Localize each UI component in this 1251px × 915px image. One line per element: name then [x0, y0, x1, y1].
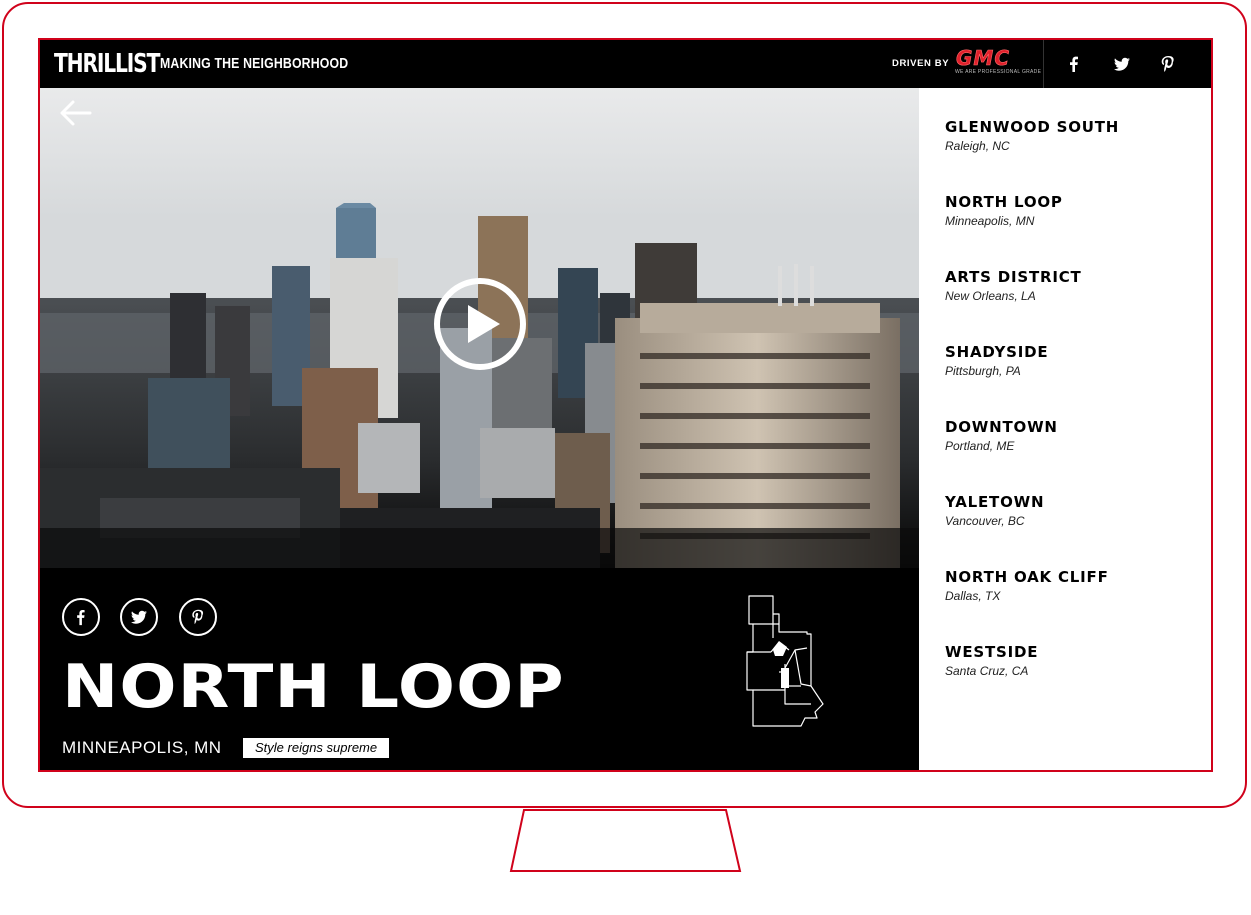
- city-map-icon: [746, 595, 824, 727]
- neighborhood-item-name: NORTH OAK CLIFF: [945, 568, 1109, 586]
- neighborhood-item-location: Portland, ME: [945, 439, 1015, 453]
- neighborhood-item-name: SHADYSIDE: [945, 343, 1049, 361]
- pinterest-icon[interactable]: [1158, 54, 1178, 74]
- neighborhood-item-location: New Orleans, LA: [945, 289, 1036, 303]
- pinterest-icon: [192, 609, 204, 625]
- neighborhood-item[interactable]: NORTH LOOP Minneapolis, MN: [945, 193, 1063, 228]
- gmc-wordmark: GMC: [956, 46, 1010, 71]
- topbar-divider: [1043, 40, 1044, 88]
- twitter-icon: [131, 610, 147, 624]
- neighborhood-item-location: Pittsburgh, PA: [945, 364, 1021, 378]
- share-twitter-button[interactable]: [120, 598, 158, 636]
- neighborhood-item[interactable]: ARTS DISTRICT New Orleans, LA: [945, 268, 1082, 303]
- facebook-icon[interactable]: [1064, 54, 1084, 74]
- site-tagline: MAKING THE NEIGHBORHOOD: [160, 55, 349, 72]
- neighborhood-item[interactable]: YALETOWN Vancouver, BC: [945, 493, 1044, 528]
- neighborhood-list: GLENWOOD SOUTH Raleigh, NC NORTH LOOP Mi…: [919, 88, 1211, 770]
- neighborhood-item-name: ARTS DISTRICT: [945, 268, 1082, 286]
- neighborhood-item-location: Vancouver, BC: [945, 514, 1025, 528]
- feature-info-panel: NORTH LOOP MINNEAPOLIS, MN Style reigns …: [40, 568, 919, 770]
- neighborhood-item[interactable]: SHADYSIDE Pittsburgh, PA: [945, 343, 1048, 378]
- top-bar: THRILLIST MAKING THE NEIGHBORHOOD DRIVEN…: [40, 40, 1211, 88]
- neighborhood-item-name: GLENWOOD SOUTH: [945, 118, 1120, 136]
- neighborhood-item-name: NORTH LOOP: [945, 193, 1063, 211]
- neighborhood-item-location: Minneapolis, MN: [945, 214, 1035, 228]
- gmc-logo[interactable]: GMC WE ARE PROFESSIONAL GRADE: [953, 46, 1041, 78]
- neighborhood-item-name: WESTSIDE: [945, 643, 1039, 661]
- neighborhood-item-location: Dallas, TX: [945, 589, 1001, 603]
- share-pinterest-button[interactable]: [179, 598, 217, 636]
- neighborhood-item-location: Raleigh, NC: [945, 139, 1010, 153]
- neighborhood-item[interactable]: DOWNTOWN Portland, ME: [945, 418, 1058, 453]
- neighborhood-item-name: DOWNTOWN: [945, 418, 1058, 436]
- back-arrow-icon[interactable]: [58, 98, 94, 128]
- facebook-icon: [77, 609, 85, 626]
- screen: THRILLIST MAKING THE NEIGHBORHOOD DRIVEN…: [38, 38, 1213, 772]
- neighborhood-item-location: Santa Cruz, CA: [945, 664, 1029, 678]
- share-facebook-button[interactable]: [62, 598, 100, 636]
- neighborhood-item[interactable]: NORTH OAK CLIFF Dallas, TX: [945, 568, 1109, 603]
- gmc-slogan: WE ARE PROFESSIONAL GRADE: [955, 69, 1042, 75]
- neighborhood-tagline-badge: Style reigns supreme: [243, 738, 390, 758]
- video-player[interactable]: [40, 88, 919, 568]
- neighborhood-item[interactable]: GLENWOOD SOUTH Raleigh, NC: [945, 118, 1119, 153]
- twitter-icon[interactable]: [1112, 54, 1132, 74]
- play-button-icon[interactable]: [432, 276, 528, 372]
- driven-by-label: DRIVEN BY: [892, 58, 950, 69]
- neighborhood-item-name: YALETOWN: [945, 493, 1045, 511]
- neighborhood-item[interactable]: WESTSIDE Santa Cruz, CA: [945, 643, 1038, 678]
- neighborhood-title: NORTH LOOP: [62, 652, 565, 722]
- monitor-stand: [509, 809, 742, 872]
- thrillist-logo[interactable]: THRILLIST: [54, 49, 160, 79]
- neighborhood-city: MINNEAPOLIS, MN: [62, 738, 222, 757]
